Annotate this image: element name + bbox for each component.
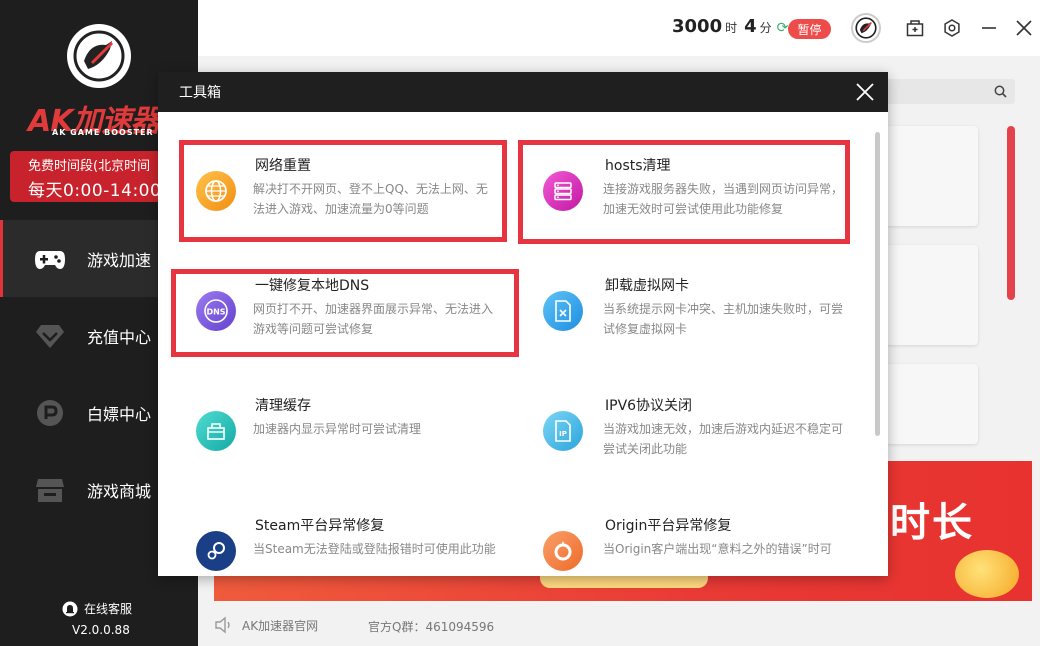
bell-icon [62,601,78,616]
tool-ipv6-disable[interactable]: IP IPV6协议关闭 当游戏加速无效，加速后游戏内延迟不稳定可尝试关闭此功能 [543,395,843,485]
tool-title: hosts清理 [605,158,671,174]
origin-icon [543,531,583,571]
ip-file-icon: IP [543,411,583,451]
hours-unit: 时 [725,21,738,35]
settings-icon[interactable] [941,17,963,39]
game-card[interactable] [886,126,978,226]
avatar[interactable] [851,13,881,43]
online-service-label: 在线客服 [84,602,133,616]
sidebar-item-label: 游戏商城 [87,481,152,501]
tool-description: 加速器内显示异常时可尝试清理 [253,422,422,436]
tool-description: 解决打不开网页、登不上QQ、无法上网、无法进入游戏、加速流量为0等问题 [253,182,488,216]
tool-description: 当Origin客户端出现“意料之外的错误”时可 [603,542,832,556]
tool-origin-repair[interactable]: Origin平台异常修复 当Origin客户端出现“意料之外的错误”时可 [543,515,843,576]
tool-description: 当系统提示网卡冲突、主机加速失败时，可尝试修复虚拟网卡 [603,302,844,336]
logo-icon [73,30,125,82]
gift-box-icon[interactable] [904,17,926,39]
remaining-time: 3000 时 4 分 ⟳ [672,16,788,37]
official-site-label: AK加速器官网 [242,618,319,633]
avatar-logo-icon [855,17,877,39]
toolbox-dialog: 工具箱 网络重置 解决打不开网页、登不上QQ、无法上网、无法进入游戏、加速流量为… [158,72,888,576]
tool-title: Origin平台异常修复 [605,518,732,534]
sidebar-item-label: 白嫖中心 [87,404,152,424]
dialog-header: 工具箱 [158,72,888,112]
logo-subtitle: AK GAME BOOSTER [52,128,154,137]
server-icon [543,171,583,211]
tool-description: 当Steam无法登陆或登陆报错时可使用此功能 [253,542,496,556]
minutes-value: 4 [744,16,757,37]
game-card[interactable] [886,364,978,444]
tool-title: IPV6协议关闭 [605,398,693,414]
tool-title: 网络重置 [255,158,311,174]
clean-box-icon [196,411,236,451]
tool-title: Steam平台异常修复 [255,518,385,534]
minutes-unit: 分 [759,21,772,35]
dialog-scrollbar[interactable] [875,132,880,436]
online-service-link[interactable]: 在线客服 [62,600,132,617]
p-badge-icon [34,399,66,426]
logo-emblem [67,24,131,88]
pause-button[interactable]: 暂停 [788,19,831,39]
globe-icon [196,171,236,211]
close-icon[interactable] [854,81,876,103]
tool-uninstall-vnic[interactable]: 卸载虚拟网卡 当系统提示网卡冲突、主机加速失败时，可尝试修复虚拟网卡 [543,275,843,365]
tool-title: 清理缓存 [255,398,311,414]
refresh-icon[interactable]: ⟳ [777,20,789,36]
search-input[interactable] [886,79,1015,104]
tool-hosts-clean[interactable]: hosts清理 连接游戏服务器失败，当遇到网页访问异常，加速无效时可尝试使用此功… [543,155,843,245]
steam-icon [196,531,236,571]
coin-icon [955,550,1019,598]
footer [198,602,1040,646]
sim-card-icon [543,291,583,331]
speaker-icon [215,616,230,634]
content-scrollbar[interactable] [1007,126,1015,300]
sidebar-item-label: 充值中心 [87,327,152,347]
store-icon [34,477,66,503]
tool-title: 卸载虚拟网卡 [605,278,689,294]
sidebar-item-label: 游戏加速 [87,250,152,270]
minimize-icon[interactable] [978,17,1000,39]
tool-title: 一键修复本地DNS [255,278,370,294]
version-label: V2.0.0.88 [72,623,130,637]
qq-group-label: 官方Q群：461094596 [368,620,495,634]
dialog-body: 网络重置 解决打不开网页、登不上QQ、无法上网、无法进入游戏、加速流量为0等问题… [158,112,888,576]
dialog-title: 工具箱 [179,85,221,101]
tool-dns-repair[interactable]: DNS 一键修复本地DNS 网页打不开、加速器界面展示异常、无法进入游戏等问题可… [196,275,496,365]
svg-text:DNS: DNS [206,308,225,317]
tool-clear-cache[interactable]: 清理缓存 加速器内显示异常时可尝试清理 [196,395,496,485]
tool-steam-repair[interactable]: Steam平台异常修复 当Steam无法登陆或登陆报错时可使用此功能 [196,515,496,576]
svg-text:IP: IP [559,430,567,438]
search-icon [994,85,1007,98]
tool-description: 连接游戏服务器失败，当遇到网页访问异常，加速无效时可尝试使用此功能修复 [603,182,844,216]
diamond-icon [34,323,66,349]
dns-icon: DNS [196,291,236,331]
game-card[interactable] [886,245,978,345]
tool-description: 当游戏加速无效，加速后游戏内延迟不稳定可尝试关闭此功能 [603,422,844,456]
close-window-icon[interactable] [1013,17,1035,39]
promo-banner-text: 时长 [890,500,974,546]
hours-value: 3000 [672,16,723,37]
official-site-link[interactable]: AK加速器官网 [214,616,318,634]
tool-network-reset[interactable]: 网络重置 解决打不开网页、登不上QQ、无法上网、无法进入游戏、加速流量为0等问题 [196,155,496,245]
tool-description: 网页打不开、加速器界面展示异常、无法进入游戏等问题可尝试修复 [253,302,494,336]
gamepad-icon [34,246,66,272]
